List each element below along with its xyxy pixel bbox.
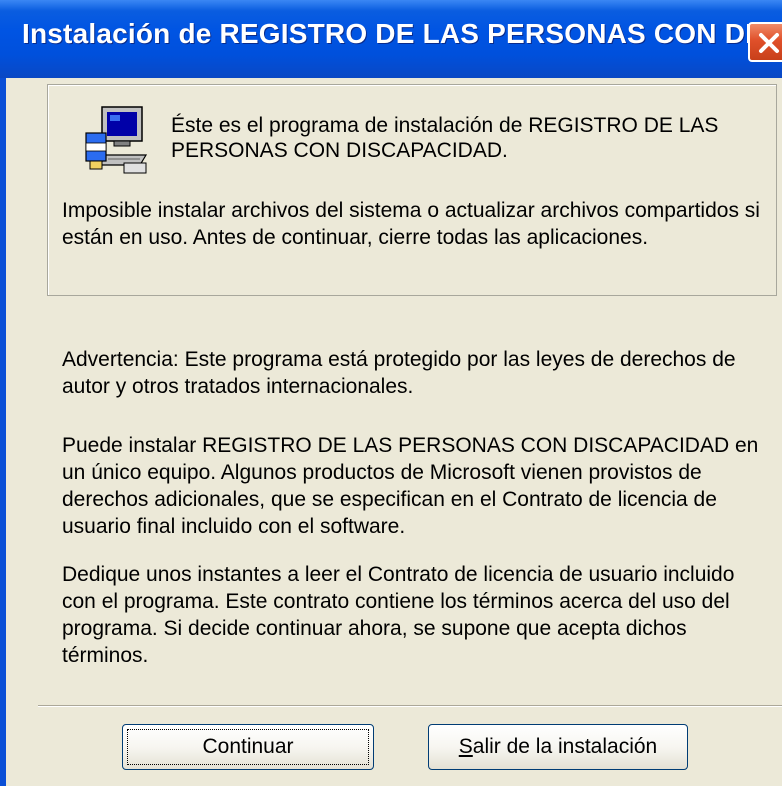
- installer-dialog: Instalación de REGISTRO DE LAS PERSONAS …: [0, 0, 782, 786]
- exit-button-accelerator: S: [458, 735, 473, 758]
- close-button[interactable]: [748, 22, 782, 62]
- separator: [38, 705, 782, 707]
- close-icon: [759, 33, 779, 53]
- window-title: Instalación de REGISTRO DE LAS PERSONAS …: [22, 18, 782, 49]
- title-bar[interactable]: Instalación de REGISTRO DE LAS PERSONAS …: [0, 0, 782, 78]
- warning-text: Advertencia: Este programa está protegid…: [62, 348, 736, 398]
- focus-ring: [127, 729, 369, 765]
- agreement-text: Dedique unos instantes a leer el Contrat…: [62, 563, 735, 667]
- exit-setup-button[interactable]: Salir de la instalación: [428, 724, 688, 770]
- exit-button-label: alir de la instalación: [472, 735, 658, 758]
- window-frame-left: [0, 78, 6, 786]
- setup-computer-icon: [85, 106, 148, 174]
- license-info-text: Puede instalar REGISTRO DE LAS PERSONAS …: [62, 434, 759, 538]
- header-panel: Éste es el programa de instalación de RE…: [47, 84, 777, 296]
- notice-text: Imposible instalar archivos del sistema …: [62, 199, 760, 249]
- intro-text: Éste es el programa de instalación de RE…: [171, 114, 719, 162]
- continue-button[interactable]: Continuar: [122, 724, 374, 770]
